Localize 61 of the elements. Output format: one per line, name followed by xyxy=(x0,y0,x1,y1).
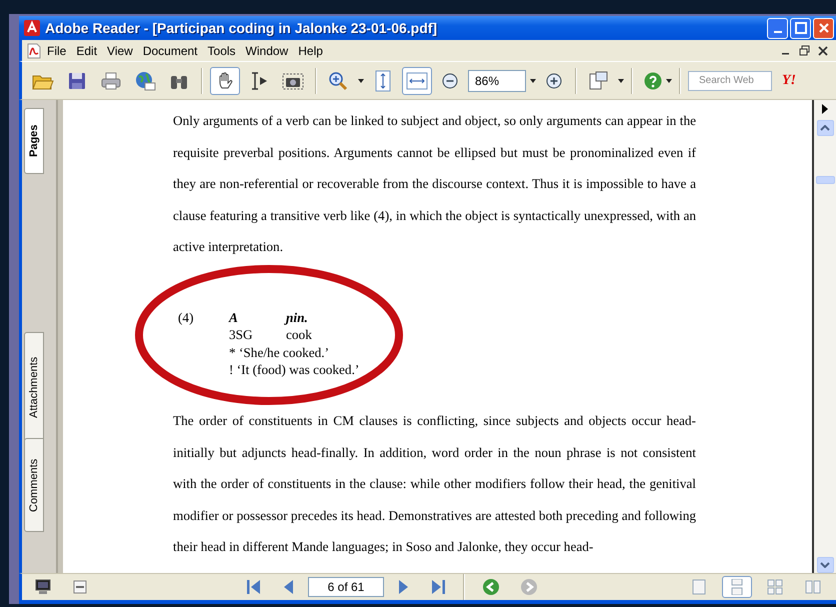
next-page-icon[interactable] xyxy=(398,578,410,596)
minimize-button[interactable] xyxy=(767,18,788,38)
example-number: (4) xyxy=(178,308,195,326)
page-layout-icon xyxy=(805,579,821,595)
fit-width-icon[interactable] xyxy=(402,66,432,94)
chevron-up-icon xyxy=(820,125,830,131)
side-tab[interactable]: Attachments xyxy=(24,332,44,442)
page-layout-icon xyxy=(767,579,783,595)
caret-icon[interactable] xyxy=(618,78,624,82)
restore-icon[interactable] xyxy=(799,45,810,56)
caret-icon[interactable] xyxy=(530,78,536,82)
close-button[interactable] xyxy=(813,18,834,38)
zoom-in-icon[interactable] xyxy=(546,72,562,88)
pane-arrow-icon[interactable] xyxy=(821,104,829,114)
gloss: 3SG xyxy=(229,326,254,344)
back-icon[interactable] xyxy=(482,578,500,596)
caret-icon[interactable] xyxy=(666,78,672,82)
example-word: ɲin. xyxy=(286,308,308,326)
translation: ! ‘It (food) was cooked.’ xyxy=(229,361,360,379)
scroll-up-button[interactable] xyxy=(816,120,834,136)
page-layout-icon xyxy=(729,579,745,595)
paragraph: Only arguments of a verb can be linked to subject and object, so only arguments can appear in the requisite preverbal positions. Arguments cannot be ellipsed but must be pronominalized even if they are non-referential or recoverable from the discourse context. Thus it is impossible to have a clause featuring a transitive verb like (4), in which the object is syntactically unexpressed, with an active interpretation. xyxy=(173,112,696,256)
app-logo-icon xyxy=(24,20,40,36)
side-tab[interactable]: Comments xyxy=(24,438,44,532)
page-view-button[interactable] xyxy=(722,576,752,598)
monitor-icon[interactable] xyxy=(34,578,52,596)
logo[interactable]: Y! xyxy=(782,72,796,88)
example-word: A xyxy=(229,308,239,326)
window-title: Adobe Reader - [Participan coding in Jalonke 23-01-06.pdf] xyxy=(45,20,438,36)
gloss: cook xyxy=(286,326,312,344)
close-icon xyxy=(818,22,830,34)
maximize-icon xyxy=(794,22,806,34)
menu-item[interactable]: Help xyxy=(293,44,328,58)
menu-item[interactable]: View xyxy=(102,44,138,58)
translation: * ‘She/he cooked.’ xyxy=(229,344,330,362)
caret-icon[interactable] xyxy=(358,78,364,82)
menu-item[interactable]: Document xyxy=(138,44,203,58)
search-field[interactable]: Search Web xyxy=(688,70,772,90)
scroll-down-button[interactable] xyxy=(816,557,834,573)
hand-tool-icon[interactable] xyxy=(210,66,240,94)
scroll-thumb[interactable] xyxy=(816,176,834,184)
zoom-field[interactable]: 86% xyxy=(468,70,526,92)
menu-item[interactable]: Tools xyxy=(202,44,241,58)
menu-item[interactable]: File xyxy=(42,44,72,58)
side-tab[interactable]: Pages xyxy=(24,108,44,174)
zoom-out-icon[interactable] xyxy=(442,72,458,88)
pdf-icon xyxy=(26,42,42,58)
first-page-icon[interactable] xyxy=(246,578,262,596)
previous-page-icon[interactable] xyxy=(282,578,294,596)
menu-item[interactable]: Window xyxy=(240,44,294,58)
maximize-button[interactable] xyxy=(790,18,811,38)
help-icon[interactable] xyxy=(644,72,662,90)
page-number-field[interactable]: 6 of 61 xyxy=(308,577,384,597)
page-layout-icon xyxy=(691,579,707,595)
window-icon[interactable] xyxy=(72,579,88,595)
paragraph: The order of constituents in CM clauses is conflicting, since subjects and objects occur head-initially but adjuncts head-finally. In addition, word order in the noun phrase is not consistent with the order of constituents in the clause: while other modifiers follow their head, the genitival modifier or possessor precedes its head. Demonstratives are attested both preceding and following their head in different Mande languages; in Soso and Jalonke, they occur head- xyxy=(173,412,696,556)
close-icon[interactable] xyxy=(818,46,828,56)
minimize-icon xyxy=(774,31,782,33)
menu-item[interactable]: Edit xyxy=(71,44,102,58)
chevron-down-icon xyxy=(820,562,830,568)
last-page-icon[interactable] xyxy=(430,578,446,596)
